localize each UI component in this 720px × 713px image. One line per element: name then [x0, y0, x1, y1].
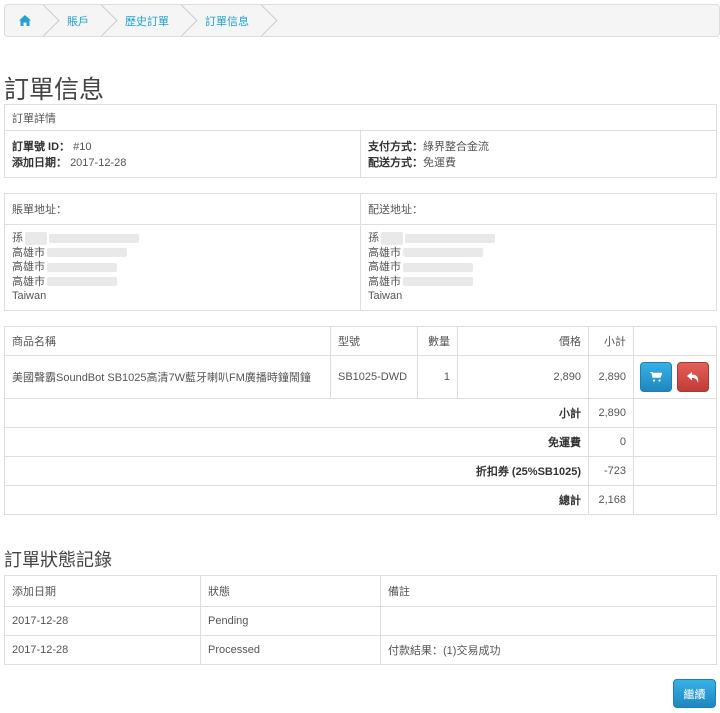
- order-details-header: 訂單詳情: [4, 104, 717, 131]
- breadcrumb-account[interactable]: 賬戶: [45, 5, 118, 36]
- table-row: 2017-12-28 Pending: [4, 606, 717, 636]
- coupon-label: 折扣券 (25%SB1025): [4, 456, 589, 486]
- shipping-address-header: 配送地址：: [360, 193, 717, 225]
- history-date: 2017-12-28: [4, 635, 201, 665]
- total-value: 2,168: [588, 485, 634, 515]
- order-details-right: 支付方式：綠界整合金流 配送方式：免運費: [360, 130, 717, 178]
- address-table: 賬單地址： 配送地址： 孫 高雄市 高雄市 高雄市 Taiwan 孫 高雄市 高…: [4, 193, 717, 311]
- history-comment: [380, 606, 717, 636]
- product-quantity: 1: [417, 355, 458, 399]
- billing-address-header: 賬單地址：: [4, 193, 361, 225]
- history-table: 添加日期 狀態 備註 2017-12-28 Pending 2017-12-28…: [4, 575, 717, 665]
- breadcrumb: 賬戶 歷史訂單 訂單信息: [4, 4, 720, 37]
- order-id-label: 訂單號 ID：: [12, 141, 71, 153]
- subtotal-label: 小計: [4, 398, 589, 428]
- totals-row: 小計 2,890: [4, 398, 717, 428]
- order-details-left: 訂單號 ID： #10 添加日期： 2017-12-28: [4, 130, 361, 178]
- header-price: 價格: [457, 326, 589, 356]
- continue-button[interactable]: 繼續: [673, 679, 716, 708]
- totals-row: 免運費 0: [4, 427, 717, 457]
- header-date: 添加日期: [4, 575, 201, 607]
- header-model: 型號: [330, 326, 418, 356]
- coupon-value: -723: [588, 456, 634, 486]
- history-status: Processed: [200, 635, 381, 665]
- reorder-button[interactable]: [640, 362, 672, 392]
- billing-address: 孫 高雄市 高雄市 高雄市 Taiwan: [4, 224, 361, 311]
- breadcrumb-home[interactable]: [5, 5, 60, 36]
- history-date: 2017-12-28: [4, 606, 201, 636]
- product-total: 2,890: [588, 355, 634, 399]
- page-title: 訂單信息: [4, 76, 105, 104]
- table-row: 2017-12-28 Processed 付款結果：(1)交易成功: [4, 635, 717, 665]
- breadcrumb-order-history[interactable]: 歷史訂單: [103, 5, 198, 36]
- cart-icon: [650, 372, 662, 382]
- totals-row: 總計 2,168: [4, 485, 717, 515]
- order-id: #10: [73, 141, 92, 153]
- history-comment: 付款結果：(1)交易成功: [380, 635, 717, 665]
- subtotal-value: 2,890: [588, 398, 634, 428]
- order-details-table: 訂單詳情 訂單號 ID： #10 添加日期： 2017-12-28 支付方式：綠…: [4, 104, 717, 178]
- totals-row: 折扣券 (25%SB1025) -723: [4, 456, 717, 486]
- breadcrumb-order-info[interactable]: 訂單信息: [183, 5, 278, 36]
- product-table: 商品名稱 型號 數量 價格 小計 美國聲霸SoundBot SB1025高清7W…: [4, 326, 717, 515]
- header-subtotal: 小計: [588, 326, 634, 356]
- shipping-method: 免運費: [423, 157, 456, 169]
- table-row: 美國聲霸SoundBot SB1025高清7W藍牙喇叭FM廣播時鐘鬧鐘 SB10…: [4, 355, 717, 399]
- payment-method: 綠界整合金流: [423, 141, 489, 153]
- header-product-name: 商品名稱: [4, 326, 331, 356]
- date-added: 2017-12-28: [70, 157, 127, 169]
- shipping-value: 0: [588, 427, 634, 457]
- history-status: Pending: [200, 606, 381, 636]
- product-name: 美國聲霸SoundBot SB1025高清7W藍牙喇叭FM廣播時鐘鬧鐘: [4, 355, 331, 399]
- total-label: 總計: [4, 485, 589, 515]
- payment-method-label: 支付方式：: [368, 141, 423, 153]
- date-added-label: 添加日期：: [12, 157, 67, 169]
- history-title: 訂單狀態記錄: [4, 550, 112, 570]
- shipping-address: 孫 高雄市 高雄市 高雄市 Taiwan: [360, 224, 717, 311]
- product-price: 2,890: [457, 355, 589, 399]
- shipping-method-label: 配送方式：: [368, 157, 423, 169]
- return-button[interactable]: [677, 362, 710, 392]
- reply-icon: [687, 371, 699, 383]
- header-quantity: 數量: [417, 326, 458, 356]
- shipping-label: 免運費: [4, 427, 589, 457]
- product-model: SB1025-DWD: [330, 355, 418, 399]
- header-comment: 備註: [380, 575, 717, 607]
- header-status: 狀態: [200, 575, 381, 607]
